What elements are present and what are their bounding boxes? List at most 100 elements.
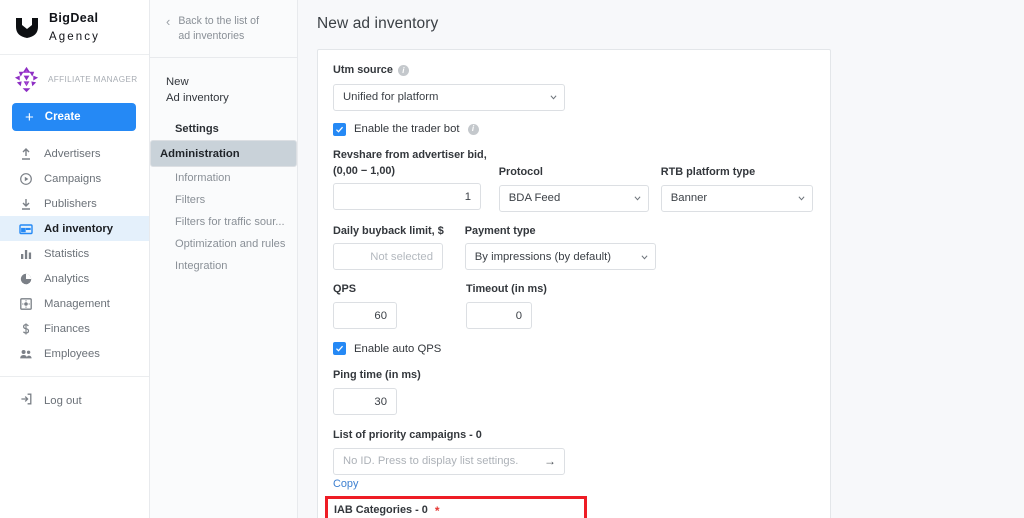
buyback-payment-row: Daily buyback limit, $ Not selected Paym… — [333, 224, 815, 271]
subnav-item-label: Information — [175, 172, 231, 185]
ping-time-value: 30 — [374, 395, 387, 408]
priority-campaigns-label: List of priority campaigns - 0 — [333, 429, 482, 442]
timeout-input[interactable]: 0 — [466, 302, 532, 330]
check-icon — [336, 126, 344, 133]
trader-bot-checkbox[interactable] — [333, 122, 346, 136]
sidebar-item-label: Log out — [44, 394, 82, 407]
iab-categories-label: IAB Categories - 0 — [334, 503, 428, 516]
create-button[interactable]: + Create — [12, 103, 136, 131]
protocol-select[interactable]: BDA Feed — [498, 184, 649, 212]
sidebar-item-label: Advertisers — [44, 147, 101, 160]
iab-categories-label-row: IAB Categories - 0 * — [334, 503, 578, 518]
protocol-value: BDA Feed — [508, 192, 561, 205]
info-icon[interactable]: i — [397, 65, 409, 77]
subnav-item-label: Settings — [175, 123, 219, 136]
back-label-line-2: ad inventories — [178, 30, 245, 43]
sidebar-item-ad-inventory[interactable]: Ad inventory — [0, 216, 149, 241]
sidebar-item-label: Management — [44, 297, 110, 310]
sidebar-item-label: Analytics — [44, 272, 90, 285]
sidebar-item-management[interactable]: Management — [0, 291, 149, 316]
subnav-item-filters-traffic-sources[interactable]: Filters for traffic sour... — [150, 211, 297, 233]
chevron-left-icon: ‹ — [166, 14, 171, 29]
main-content: New ad inventory Utm source i Unified fo… — [298, 0, 1024, 518]
ping-time-input[interactable]: 30 — [333, 388, 397, 416]
play-circle-icon — [19, 172, 33, 186]
check-icon — [336, 345, 344, 352]
utm-source-select[interactable]: Unified for platform — [333, 83, 565, 111]
revshare-input[interactable]: 1 — [333, 183, 481, 211]
trader-bot-label: Enable the trader bot — [354, 123, 460, 136]
sidebar-item-analytics[interactable]: Analytics — [0, 266, 149, 291]
subnav-title: New Ad inventory — [150, 58, 297, 107]
revshare-label-line-1: Revshare from advertiser bid, — [333, 148, 487, 161]
protocol-select-wrap: BDA Feed — [498, 184, 649, 212]
rtb-platform-type-field: RTB platform type Banner — [660, 148, 813, 212]
subnav-item-label: Filters for traffic sour... — [175, 216, 285, 229]
rtb-platform-type-label: RTB platform type — [660, 165, 756, 178]
rtb-platform-type-value: Banner — [670, 192, 708, 205]
sidebar-item-campaigns[interactable]: Campaigns — [0, 166, 149, 191]
priority-campaigns-field: List of priority campaigns - 0 No ID. Pr… — [333, 428, 815, 490]
brand-line-1: BigDeal — [49, 11, 99, 26]
utm-source-value: Unified for platform — [343, 91, 439, 104]
subnav-item-label: Integration — [175, 260, 228, 273]
qps-timeout-row: QPS 60 Timeout (in ms) 0 — [333, 282, 815, 330]
subnav-item-filters[interactable]: Filters — [150, 189, 297, 211]
browser-window-icon — [19, 222, 33, 236]
app-root: BigDeal Agency AFFILIATE MANAGER + Creat… — [0, 0, 1024, 518]
page-title: New ad inventory — [317, 15, 439, 32]
user-role-label: AFFILIATE MANAGER — [48, 75, 138, 84]
sidebar-item-employees[interactable]: Employees — [0, 341, 149, 366]
daily-buyback-limit-field: Daily buyback limit, $ Not selected — [333, 224, 444, 271]
sidebar-item-logout[interactable]: Log out — [0, 388, 149, 413]
subnav-item-administration[interactable]: Administration — [150, 140, 297, 168]
payment-type-select-wrap: By impressions (by default) — [464, 243, 656, 271]
priority-campaigns-placeholder: No ID. Press to display list settings. — [343, 455, 519, 468]
user-block: AFFILIATE MANAGER + Create — [0, 55, 149, 131]
revshare-protocol-rtb-row: Revshare from advertiser bid, (0,00 − 1,… — [333, 148, 815, 212]
subnav-item-integration[interactable]: Integration — [150, 255, 297, 277]
people-icon — [19, 347, 33, 361]
subnav-title-line-1: New — [166, 75, 189, 88]
priority-campaigns-copy-link[interactable]: Copy — [333, 478, 358, 490]
auto-qps-checkbox-row: Enable auto QPS — [333, 342, 815, 356]
subnav-item-optimization-and-rules[interactable]: Optimization and rules — [150, 233, 297, 255]
qps-value: 60 — [374, 309, 387, 322]
back-to-list-button[interactable]: ‹ Back to the list of ad inventories — [150, 0, 297, 58]
payment-type-field: Payment type By impressions (by default) — [464, 224, 656, 271]
sidebar-item-statistics[interactable]: Statistics — [0, 241, 149, 266]
priority-campaigns-input[interactable]: No ID. Press to display list settings. → — [333, 447, 565, 475]
info-icon[interactable]: i — [467, 123, 479, 135]
daily-buyback-limit-input[interactable]: Not selected — [333, 243, 443, 271]
dollar-icon — [19, 322, 33, 336]
revshare-label-line-2: (0,00 − 1,00) — [333, 164, 396, 177]
auto-qps-checkbox[interactable] — [333, 342, 346, 356]
utm-source-select-wrap: Unified for platform — [333, 83, 565, 111]
subnav-item-information[interactable]: Information — [150, 167, 297, 189]
create-button-label: Create — [44, 111, 81, 123]
back-to-list-label: Back to the list of ad inventories — [178, 14, 259, 45]
sidebar-item-label: Statistics — [44, 247, 90, 260]
sidebar-item-label: Campaigns — [44, 172, 102, 185]
sidebar-item-publishers[interactable]: Publishers — [0, 191, 149, 216]
subnav-item-label: Administration — [160, 147, 240, 160]
rtb-platform-type-select[interactable]: Banner — [660, 184, 813, 212]
sidebar-item-label: Finances — [44, 322, 90, 335]
ping-time-label: Ping time (in ms) — [333, 369, 421, 382]
arrow-right-icon: → — [544, 454, 556, 469]
sidebar-item-advertisers[interactable]: Advertisers — [0, 141, 149, 166]
pie-chart-icon — [19, 272, 33, 286]
ping-time-field: Ping time (in ms) 30 — [333, 368, 815, 416]
required-marker: * — [434, 503, 440, 518]
payment-type-select[interactable]: By impressions (by default) — [464, 243, 656, 271]
payment-type-label: Payment type — [464, 224, 536, 237]
sidebar-item-finances[interactable]: Finances — [0, 316, 149, 341]
subnav-item-settings[interactable]: Settings — [150, 118, 297, 140]
qps-input[interactable]: 60 — [333, 302, 397, 330]
protocol-label: Protocol — [498, 165, 543, 178]
brand-text: BigDeal Agency — [49, 9, 149, 45]
settings-square-icon — [19, 297, 33, 311]
auto-qps-label: Enable auto QPS — [354, 342, 442, 355]
brand-logo[interactable]: BigDeal Agency — [0, 0, 149, 55]
payment-type-value: By impressions (by default) — [474, 250, 612, 263]
